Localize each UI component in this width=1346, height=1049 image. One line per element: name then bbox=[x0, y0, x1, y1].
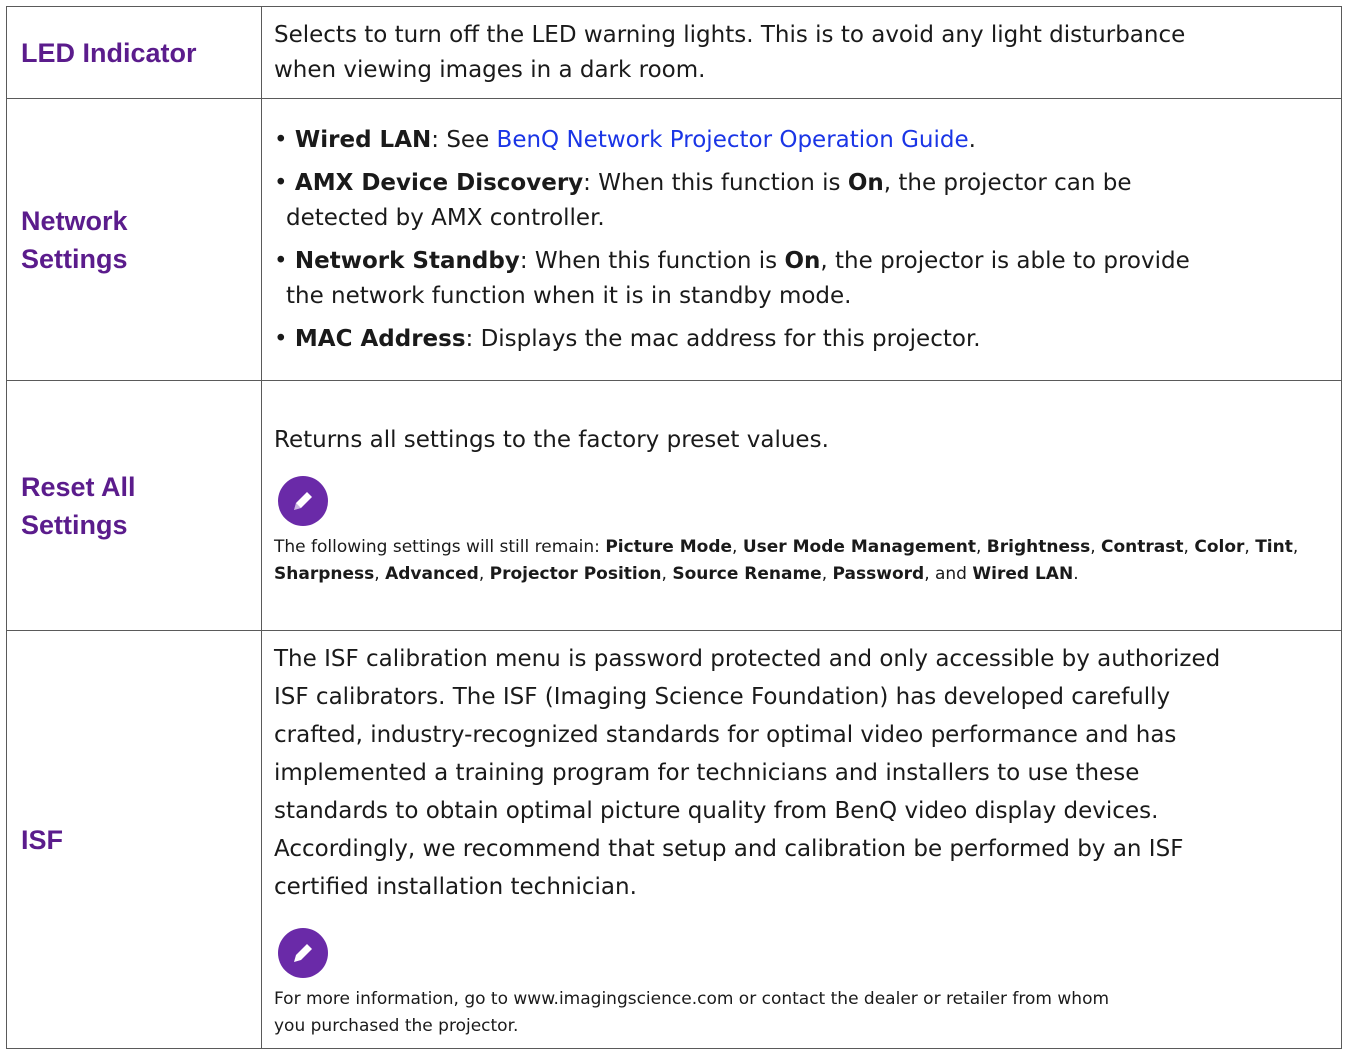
term-wired-lan: Wired LAN bbox=[294, 126, 432, 153]
reset-note-and: , and bbox=[924, 564, 973, 584]
list-separator: , bbox=[821, 564, 833, 584]
table-row-led-indicator: LED Indicator Selects to turn off the LE… bbox=[6, 6, 1342, 99]
remaining-setting: Source Rename bbox=[672, 564, 822, 584]
row-label: LED Indicator bbox=[6, 6, 262, 99]
led-desc-line2: when viewing images in a dark room. bbox=[274, 56, 706, 83]
isf-line-0: The ISF calibration menu is password pro… bbox=[274, 645, 1221, 672]
remaining-setting: User Mode Management bbox=[742, 537, 976, 557]
row-label: ISF bbox=[6, 630, 262, 1049]
table-row-network-settings: Network Settings • Wired LAN: See BenQ N… bbox=[6, 98, 1342, 381]
row-description: • Wired LAN: See BenQ Network Projector … bbox=[261, 98, 1342, 381]
isf-line-2: crafted, industry-recognized standards f… bbox=[274, 721, 1177, 748]
remaining-setting: Tint bbox=[1255, 537, 1293, 557]
list-separator: , bbox=[1244, 537, 1256, 557]
reset-note: The following settings will still remain… bbox=[274, 534, 1329, 588]
mac-text: : Displays the mac address for this proj… bbox=[465, 325, 981, 352]
remaining-setting: Contrast bbox=[1101, 537, 1184, 557]
isf-line-4: standards to obtain optimal picture qual… bbox=[274, 797, 1159, 824]
label-isf: ISF bbox=[21, 824, 64, 855]
pencil-icon bbox=[278, 476, 328, 526]
label-reset-line1: Reset All bbox=[21, 471, 136, 502]
list-separator: , bbox=[1090, 537, 1102, 557]
bullet-mac-address: • MAC Address: Displays the mac address … bbox=[274, 325, 981, 352]
bullet-amx-discovery: • AMX Device Discovery: When this functi… bbox=[274, 166, 1329, 236]
label-reset-line2: Settings bbox=[21, 509, 128, 540]
row-description: Returns all settings to the factory pres… bbox=[261, 380, 1342, 631]
pencil-icon bbox=[278, 927, 328, 978]
remaining-setting: Picture Mode bbox=[605, 537, 733, 557]
row-label: Network Settings bbox=[6, 98, 262, 381]
settings-table: LED Indicator Selects to turn off the LE… bbox=[6, 6, 1342, 1049]
standby-text2: , the projector is able to provide bbox=[820, 247, 1190, 274]
label-network-line1: Network bbox=[21, 205, 128, 236]
list-separator: , bbox=[661, 564, 673, 584]
reset-note-end: . bbox=[1073, 564, 1079, 584]
amx-on: On bbox=[847, 169, 884, 196]
term-mac-address: MAC Address bbox=[294, 325, 466, 352]
list-separator: , bbox=[732, 537, 743, 557]
row-description: The ISF calibration menu is password pro… bbox=[261, 630, 1342, 1049]
isf-note-line1: For more information, go to www.imagings… bbox=[274, 988, 1110, 1009]
list-separator: , bbox=[975, 537, 987, 557]
isf-line-1: ISF calibrators. The ISF (Imaging Scienc… bbox=[274, 683, 1171, 710]
list-separator: , bbox=[1183, 537, 1195, 557]
label-network-line2: Settings bbox=[21, 243, 128, 274]
standby-line2: the network function when it is in stand… bbox=[286, 282, 852, 309]
remaining-setting: Password bbox=[832, 564, 925, 584]
bullet-network-standby: • Network Standby: When this function is… bbox=[274, 244, 1329, 314]
amx-text1: : When this function is bbox=[583, 169, 848, 196]
label-led-indicator: LED Indicator bbox=[21, 37, 197, 68]
amx-text2: , the projector can be bbox=[883, 169, 1132, 196]
amx-line2: detected by AMX controller. bbox=[286, 204, 605, 231]
term-network-standby: Network Standby bbox=[294, 247, 520, 274]
table-row-reset-all-settings: Reset All Settings Returns all settings … bbox=[6, 380, 1342, 631]
reset-intro: Returns all settings to the factory pres… bbox=[274, 427, 829, 453]
bullet-wired-lan: • Wired LAN: See BenQ Network Projector … bbox=[274, 126, 976, 153]
reset-note-prefix: The following settings will still remain… bbox=[274, 537, 606, 557]
list-separator: , bbox=[1292, 537, 1299, 557]
row-description: Selects to turn off the LED warning ligh… bbox=[261, 6, 1342, 99]
isf-line-3: implemented a training program for techn… bbox=[274, 759, 1140, 786]
remaining-setting: Projector Position bbox=[489, 564, 662, 584]
isf-note: For more information, go to www.imagings… bbox=[274, 986, 1329, 1040]
remaining-setting: Brightness bbox=[986, 537, 1091, 557]
list-separator: , bbox=[374, 564, 386, 584]
row-label: Reset All Settings bbox=[6, 380, 262, 631]
standby-on: On bbox=[784, 247, 821, 274]
standby-text1: : When this function is bbox=[519, 247, 785, 274]
remaining-setting: Sharpness bbox=[274, 564, 375, 584]
remaining-setting: Advanced bbox=[385, 564, 479, 584]
table-row-isf: ISF The ISF calibration menu is password… bbox=[6, 630, 1342, 1049]
led-desc-line1: Selects to turn off the LED warning ligh… bbox=[274, 21, 1186, 48]
operation-guide-link[interactable]: BenQ Network Projector Operation Guide bbox=[497, 127, 969, 153]
remaining-setting: Color bbox=[1194, 537, 1245, 557]
wired-end: . bbox=[968, 126, 976, 153]
term-amx: AMX Device Discovery bbox=[294, 169, 584, 196]
reset-note-last: Wired LAN bbox=[972, 564, 1074, 584]
isf-line-6: certified installation technician. bbox=[274, 873, 637, 900]
list-separator: , bbox=[478, 564, 490, 584]
isf-note-line2: you purchased the projector. bbox=[274, 1015, 519, 1036]
isf-line-5: Accordingly, we recommend that setup and… bbox=[274, 835, 1184, 862]
wired-text: : See bbox=[431, 126, 497, 153]
